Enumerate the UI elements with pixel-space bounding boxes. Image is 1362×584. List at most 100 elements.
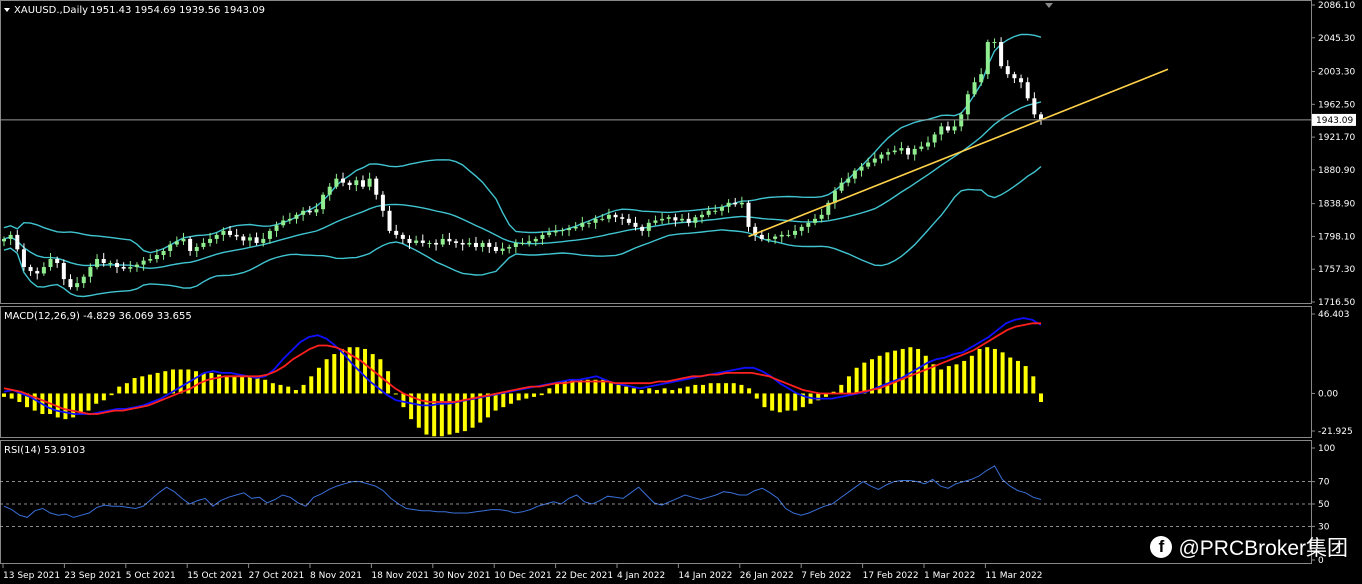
candle-body <box>613 214 618 218</box>
candle-body <box>733 202 738 205</box>
candle-body <box>693 217 698 223</box>
candle-body <box>168 244 173 251</box>
macd-histogram-bar <box>163 371 168 394</box>
date-tick-label: 18 Nov 2021 <box>371 571 429 581</box>
candle-body <box>68 279 73 288</box>
candle-body <box>972 82 977 95</box>
macd-histogram-bar <box>754 393 759 399</box>
macd-histogram-bar <box>194 371 199 394</box>
candle-body <box>367 178 372 187</box>
candle-body <box>686 218 691 223</box>
macd-histogram-bar <box>893 350 898 394</box>
macd-histogram-bar <box>731 383 736 394</box>
candle-body <box>148 259 153 261</box>
candle-body <box>726 202 731 207</box>
macd-histogram-bar <box>639 390 644 394</box>
candle-body <box>15 234 20 250</box>
date-tick-label: 26 Jan 2022 <box>740 571 794 581</box>
candle-body <box>321 194 326 210</box>
macd-histogram-bar <box>132 378 137 394</box>
candle-body <box>866 162 871 167</box>
candle-body <box>507 246 512 249</box>
macd-indicator <box>2 317 1043 437</box>
date-tick-label: 17 Feb 2022 <box>863 571 919 581</box>
macd-histogram-bar <box>117 386 122 394</box>
price-tick-label: 1880.90 <box>1318 166 1355 176</box>
candle-body <box>872 158 877 163</box>
candle-body <box>314 209 319 213</box>
macd-histogram-bar <box>524 393 529 399</box>
candle-body <box>414 240 419 243</box>
macd-histogram-bar <box>516 393 521 401</box>
candle-body <box>8 234 13 239</box>
candle-body <box>101 259 106 264</box>
macd-histogram-bar <box>332 354 337 394</box>
candle-body <box>886 152 891 155</box>
macd-histogram-bar <box>762 393 767 408</box>
candle-body <box>480 242 485 247</box>
candle-body <box>925 142 930 147</box>
macd-histogram-bar <box>240 376 245 394</box>
macd-histogram-bar <box>247 376 252 394</box>
trading-chart[interactable]: XAUUSD.,Daily 1951.43 1954.69 1939.56 19… <box>0 0 1362 584</box>
macd-histogram-bar <box>908 347 913 394</box>
candle-body <box>892 150 897 153</box>
current-price-line: 1943.09 <box>0 113 1356 126</box>
macd-histogram-bar <box>432 393 437 437</box>
macd-histogram-bar <box>1023 366 1028 394</box>
candle-body <box>653 220 658 223</box>
candle-body <box>2 238 6 242</box>
macd-histogram-bar <box>739 384 744 394</box>
candle-body <box>1032 98 1037 115</box>
candle-body <box>1025 82 1030 99</box>
macd-histogram-bar <box>508 393 513 404</box>
macd-histogram-bar <box>401 393 406 408</box>
macd-histogram-bar <box>455 393 460 433</box>
candle-body <box>294 214 299 219</box>
candle-body <box>241 236 246 241</box>
candle-body <box>141 260 146 265</box>
macd-histogram-bar <box>677 388 682 394</box>
macd-histogram-bar <box>946 366 951 394</box>
candle-body <box>699 214 704 218</box>
price-tick-label: 1798.10 <box>1318 232 1355 242</box>
candle-body <box>95 259 100 268</box>
macd-histogram-bar <box>393 393 398 395</box>
date-tick-label: 23 Sep 2021 <box>64 571 121 581</box>
candle-body <box>660 218 665 221</box>
macd-histogram-bar <box>293 390 298 394</box>
macd-histogram-bar <box>962 360 967 394</box>
candle-body <box>174 241 179 245</box>
macd-histogram-bar <box>770 393 775 411</box>
date-tick-label: 8 Nov 2021 <box>310 571 362 581</box>
candle-body <box>400 234 405 239</box>
candle-body <box>327 186 332 195</box>
candle-body <box>819 214 824 219</box>
candle-body <box>267 230 272 239</box>
macd-axis: 46.403 0.00 -21.925 <box>1311 310 1353 437</box>
rsi-panel-frame <box>0 440 1312 564</box>
candle-body <box>493 246 498 251</box>
candle-body <box>979 74 984 83</box>
candle-body <box>547 232 552 235</box>
date-tick-label: 30 Nov 2021 <box>433 571 491 581</box>
macd-histogram-bar <box>954 364 959 394</box>
trendline[interactable] <box>748 68 1169 238</box>
date-tick-label: 10 Dec 2021 <box>494 571 552 581</box>
macd-histogram-bar <box>931 364 936 394</box>
macd-histogram-bar <box>1008 357 1013 394</box>
macd-histogram-bar <box>793 393 798 411</box>
candle-body <box>626 218 631 223</box>
price-tick-label: 1838.90 <box>1318 200 1355 210</box>
symbol-label[interactable]: XAUUSD.,Daily <box>14 5 88 16</box>
candle-body <box>281 220 286 226</box>
support-trendline[interactable] <box>748 68 1169 238</box>
candle-body <box>454 241 459 243</box>
candle-body <box>301 210 306 215</box>
candle-body <box>134 264 139 268</box>
candle-body <box>380 194 385 211</box>
chart-shift-marker-icon[interactable] <box>1045 3 1053 8</box>
macd-histogram-bar <box>363 348 368 394</box>
candle-body <box>586 222 591 224</box>
symbol-dropdown-icon[interactable] <box>4 8 10 12</box>
